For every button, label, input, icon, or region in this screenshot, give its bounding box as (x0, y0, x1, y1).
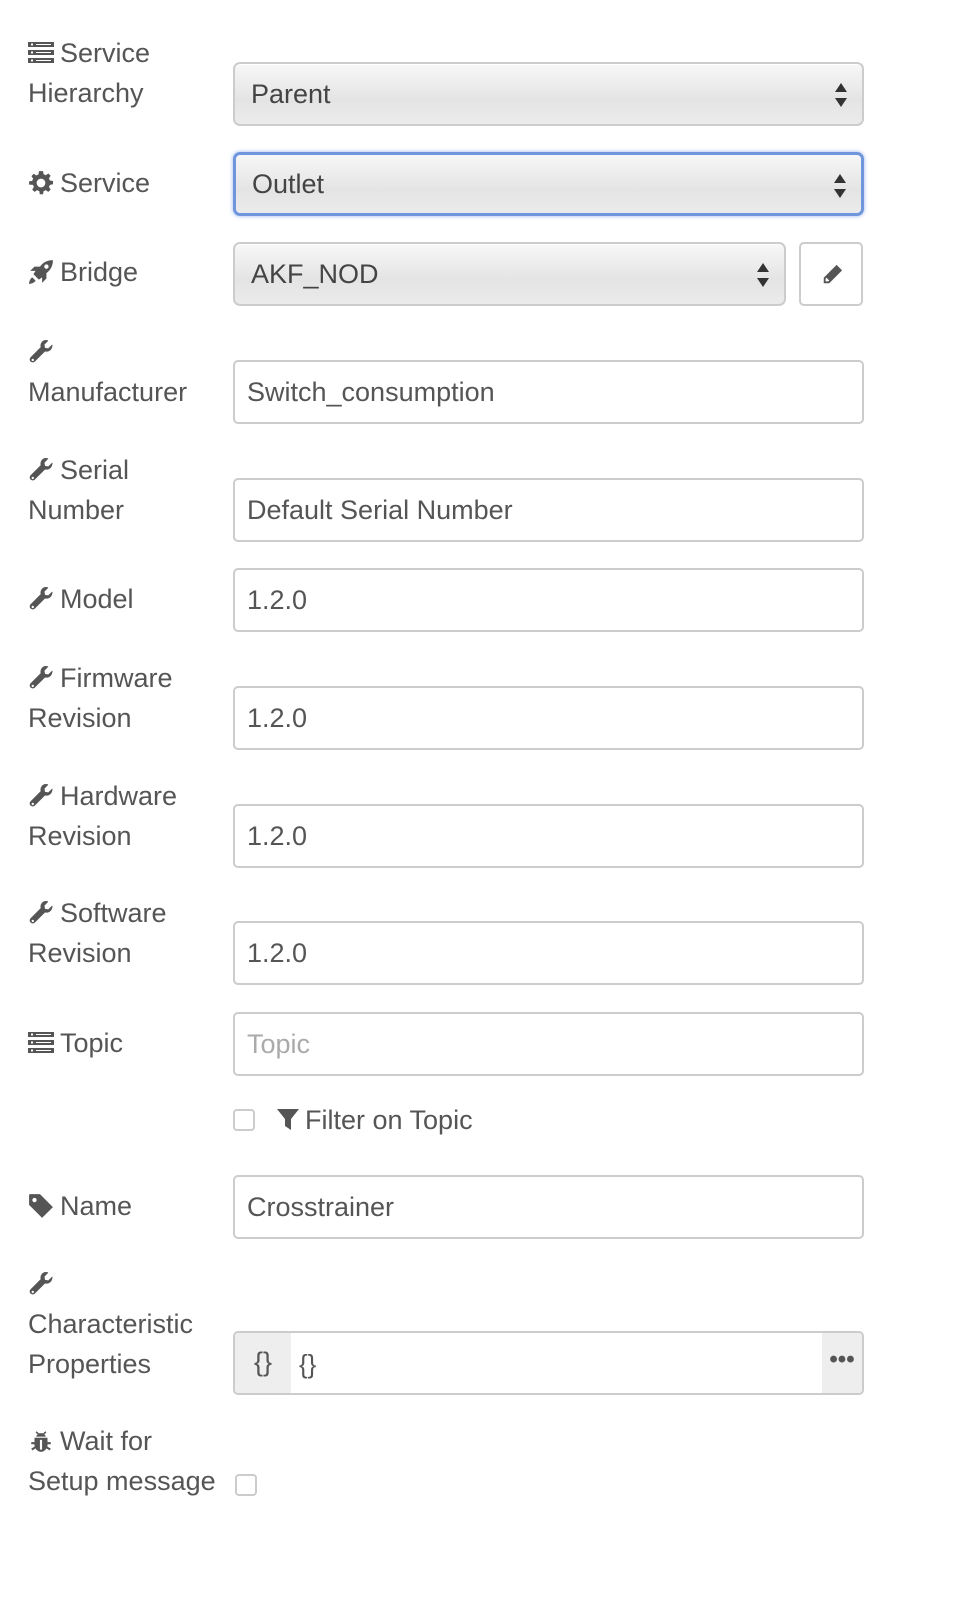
name-label: Name (28, 1186, 132, 1226)
pencil-icon (821, 264, 843, 286)
bridge-label: Bridge (28, 252, 138, 292)
wrench-icon (28, 900, 54, 926)
wrench-icon (28, 1271, 54, 1297)
filter-on-topic-checkbox[interactable] (233, 1109, 255, 1131)
topic-label: Topic (28, 1023, 123, 1063)
service-select[interactable]: Outlet (233, 152, 864, 216)
wait-for-setup-checkbox[interactable] (235, 1474, 257, 1496)
characteristic-properties-input[interactable]: {} {} ••• (233, 1331, 864, 1395)
wait-for-setup-label: Wait for Setup message (28, 1426, 216, 1496)
service-hierarchy-select[interactable]: Parent (233, 62, 864, 126)
select-arrows-icon (834, 82, 848, 108)
manufacturer-label: Manufacturer (28, 332, 187, 412)
bug-icon (28, 1428, 54, 1454)
list-icon (28, 1030, 54, 1056)
select-arrows-icon (756, 262, 770, 288)
hardware-revision-label: Hardware Revision (28, 781, 178, 851)
firmware-revision-label: Firmware Revision (28, 663, 173, 733)
bridge-select[interactable]: AKF_NOD (233, 242, 786, 306)
service-label: Service (28, 163, 150, 203)
characteristic-properties-value: {} (299, 1349, 317, 1379)
list-icon (28, 40, 54, 66)
wrench-icon (28, 586, 54, 612)
manufacturer-input[interactable]: Switch_consumption (233, 360, 864, 424)
wrench-icon (28, 665, 54, 691)
firmware-revision-input[interactable]: 1.2.0 (233, 686, 864, 750)
rocket-icon (28, 259, 54, 285)
filter-icon (277, 1103, 299, 1127)
wrench-icon (28, 783, 54, 809)
serial-number-label: Serial Number (28, 455, 130, 525)
json-type-button[interactable]: {} (235, 1333, 291, 1393)
characteristic-properties-label: Characteristic Properties (28, 1264, 193, 1384)
model-label: Model (28, 579, 134, 619)
edit-bridge-button[interactable] (799, 242, 863, 306)
wrench-icon (28, 457, 54, 483)
topic-input[interactable]: Topic (233, 1012, 864, 1076)
tag-icon (28, 1193, 54, 1219)
select-arrows-icon (833, 173, 847, 199)
service-hierarchy-label: Service Hierarchy (28, 38, 151, 108)
serial-number-input[interactable]: Default Serial Number (233, 478, 864, 542)
name-input[interactable]: Crosstrainer (233, 1175, 864, 1239)
gear-icon (28, 170, 54, 196)
hardware-revision-input[interactable]: 1.2.0 (233, 804, 864, 868)
wrench-icon (28, 339, 54, 365)
model-input[interactable]: 1.2.0 (233, 568, 864, 632)
software-revision-label: Software Revision (28, 898, 167, 968)
filter-on-topic-label: Filter on Topic (277, 1100, 473, 1140)
software-revision-input[interactable]: 1.2.0 (233, 921, 864, 985)
expand-editor-button[interactable]: ••• (822, 1333, 862, 1393)
